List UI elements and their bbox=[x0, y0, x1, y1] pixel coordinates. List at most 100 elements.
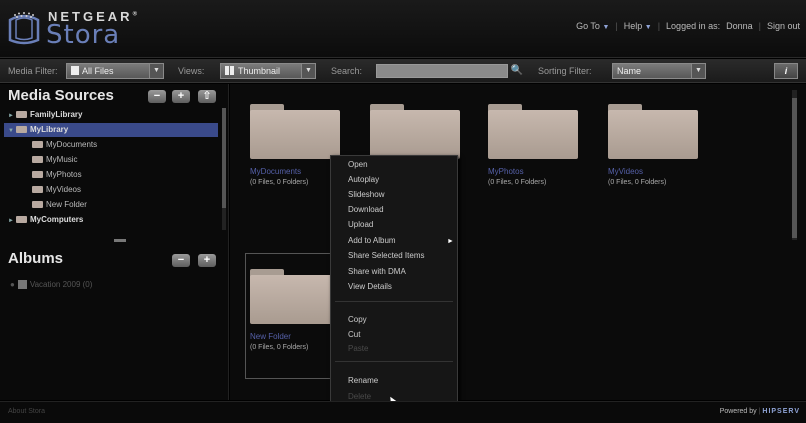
main-scrollbar[interactable] bbox=[792, 90, 797, 240]
scroll-thumb[interactable] bbox=[222, 108, 226, 208]
tree-item-label: MyVideos bbox=[46, 185, 81, 194]
media-filter-label: Media Filter: bbox=[8, 66, 58, 76]
chevron-down-icon: ▼ bbox=[301, 64, 315, 78]
chevron-down-icon: ▼ bbox=[644, 24, 652, 31]
expand-arrow-icon[interactable]: ▼ bbox=[8, 124, 16, 138]
menu-item[interactable]: Autoplay bbox=[348, 173, 379, 187]
albums-title: Albums bbox=[8, 250, 64, 267]
menu-separator bbox=[335, 301, 453, 302]
tree-item[interactable]: MyPhotos bbox=[4, 168, 218, 182]
views-dropdown[interactable]: Thumbnail ▼ bbox=[220, 63, 316, 79]
tree-item[interactable]: New Folder bbox=[4, 198, 218, 212]
folder-icon bbox=[16, 111, 27, 118]
sidebar: Media Sources − + ⇧ ► FamilyLibrary ▼ MyLib… bbox=[0, 84, 229, 400]
info-button[interactable]: i bbox=[774, 63, 798, 79]
menu-item[interactable]: Add to Album bbox=[348, 234, 396, 248]
menu-item[interactable]: View Details bbox=[348, 280, 392, 294]
folder-name[interactable]: MyPhotos bbox=[488, 167, 524, 176]
folder-icon bbox=[32, 186, 43, 193]
folder-icon[interactable] bbox=[250, 269, 340, 324]
tree-item[interactable]: ► FamilyLibrary bbox=[4, 108, 218, 122]
nav-separator: | bbox=[615, 21, 618, 31]
add-album-button[interactable]: + bbox=[198, 254, 216, 267]
menu-item[interactable]: Open bbox=[348, 158, 368, 172]
nav-separator: | bbox=[758, 21, 761, 31]
views-label: Views: bbox=[178, 66, 205, 76]
album-icon bbox=[17, 280, 27, 289]
signout-link[interactable]: Sign out bbox=[767, 21, 800, 31]
expand-arrow-icon[interactable]: ► bbox=[8, 109, 16, 123]
search-label: Search: bbox=[331, 66, 363, 76]
folder-icon bbox=[32, 156, 43, 163]
folder-info: (0 Files, 0 Folders) bbox=[608, 179, 667, 186]
collapse-button[interactable]: − bbox=[148, 90, 166, 103]
chevron-down-icon: ▼ bbox=[691, 64, 705, 78]
menu-item[interactable]: Paste bbox=[348, 342, 368, 356]
netgear-stora-logo[interactable]: NETGEAR® Stora bbox=[6, 8, 166, 50]
tree-item[interactable]: MyDocuments bbox=[4, 138, 218, 152]
folder-icon[interactable] bbox=[250, 104, 340, 159]
tree-item-label: FamilyLibrary bbox=[30, 110, 83, 119]
menu-item[interactable]: Rename bbox=[348, 374, 378, 388]
folder-name[interactable]: New Folder bbox=[250, 332, 291, 341]
album-bullet-icon: ● bbox=[10, 280, 15, 289]
chevron-down-icon: ▼ bbox=[149, 64, 163, 78]
sorting-filter-dropdown[interactable]: Name ▼ bbox=[612, 63, 706, 79]
media-tree: ► FamilyLibrary ▼ MyLibrary MyDocuments MyMus… bbox=[4, 108, 218, 232]
help-menu[interactable]: Help ▼ bbox=[624, 21, 652, 31]
goto-menu[interactable]: Go To ▼ bbox=[576, 21, 609, 31]
media-sources-title: Media Sources bbox=[8, 87, 114, 104]
search-icon[interactable]: 🔍 bbox=[510, 63, 524, 79]
brand-stora: Stora bbox=[46, 20, 121, 50]
folder-info: (0 Files, 0 Folders) bbox=[488, 179, 547, 186]
menu-item[interactable]: Download bbox=[348, 203, 384, 217]
scroll-thumb[interactable] bbox=[792, 98, 797, 238]
menu-item[interactable]: Copy bbox=[348, 313, 367, 327]
folder-icon bbox=[16, 126, 27, 133]
tree-item-label: MyDocuments bbox=[46, 140, 98, 149]
folder-name[interactable]: MyVideos bbox=[608, 167, 643, 176]
menu-item[interactable]: Share with DMA bbox=[348, 265, 406, 279]
file-icon bbox=[71, 66, 79, 75]
tree-item[interactable]: ► MyComputers bbox=[4, 213, 218, 227]
folder-icon[interactable] bbox=[370, 104, 460, 159]
search-input[interactable] bbox=[376, 64, 508, 78]
album-item[interactable]: ● Vacation 2009 (0) bbox=[10, 280, 92, 289]
context-menu: Open Autoplay Slideshow Download Upload Add t… bbox=[330, 155, 458, 407]
upload-button[interactable]: ⇧ bbox=[198, 90, 216, 103]
app-header: NETGEAR® Stora Go To ▼ | Help ▼ | Logged… bbox=[0, 0, 806, 58]
menu-item[interactable]: Slideshow bbox=[348, 188, 384, 202]
stora-logo-icon bbox=[8, 12, 40, 45]
main-content: MyDocuments(0 Files, 0 Folders)MyMusic(0… bbox=[230, 84, 806, 400]
folder-name[interactable]: MyDocuments bbox=[250, 167, 301, 176]
username: Donna bbox=[726, 21, 753, 31]
resize-handle[interactable] bbox=[114, 239, 126, 242]
media-filter-dropdown[interactable]: All Files ▼ bbox=[66, 63, 164, 79]
menu-item[interactable]: Share Selected Items bbox=[348, 249, 424, 263]
collapse-albums-button[interactable]: − bbox=[172, 254, 190, 267]
about-link[interactable]: About Stora bbox=[8, 408, 45, 415]
folder-icon bbox=[16, 216, 27, 223]
folder-icon bbox=[32, 201, 43, 208]
chevron-down-icon: ▼ bbox=[602, 24, 610, 31]
menu-item[interactable]: Cut bbox=[348, 328, 360, 342]
tree-item-label: MyPhotos bbox=[46, 170, 82, 179]
menu-separator bbox=[335, 361, 453, 362]
menu-item[interactable]: Upload bbox=[348, 218, 373, 232]
tree-item-label: MyLibrary bbox=[30, 125, 69, 134]
tree-item[interactable]: MyMusic bbox=[4, 153, 218, 167]
toolbar: Media Filter: All Files ▼ Views: Thumbna… bbox=[0, 59, 806, 83]
add-source-button[interactable]: + bbox=[172, 90, 190, 103]
folder-icon bbox=[32, 141, 43, 148]
tree-item-label: MyMusic bbox=[46, 155, 78, 164]
tree-scrollbar[interactable] bbox=[222, 108, 226, 230]
folder-icon bbox=[32, 171, 43, 178]
folder-icon[interactable] bbox=[488, 104, 578, 159]
folder-info: (0 Files, 0 Folders) bbox=[250, 179, 309, 186]
tree-item[interactable]: MyVideos bbox=[4, 183, 218, 197]
folder-info: (0 Files, 0 Folders) bbox=[250, 344, 309, 351]
folder-icon[interactable] bbox=[608, 104, 698, 159]
tree-item[interactable]: ▼ MyLibrary bbox=[4, 123, 218, 137]
expand-arrow-icon[interactable]: ► bbox=[8, 214, 16, 228]
grid-icon bbox=[225, 66, 234, 75]
